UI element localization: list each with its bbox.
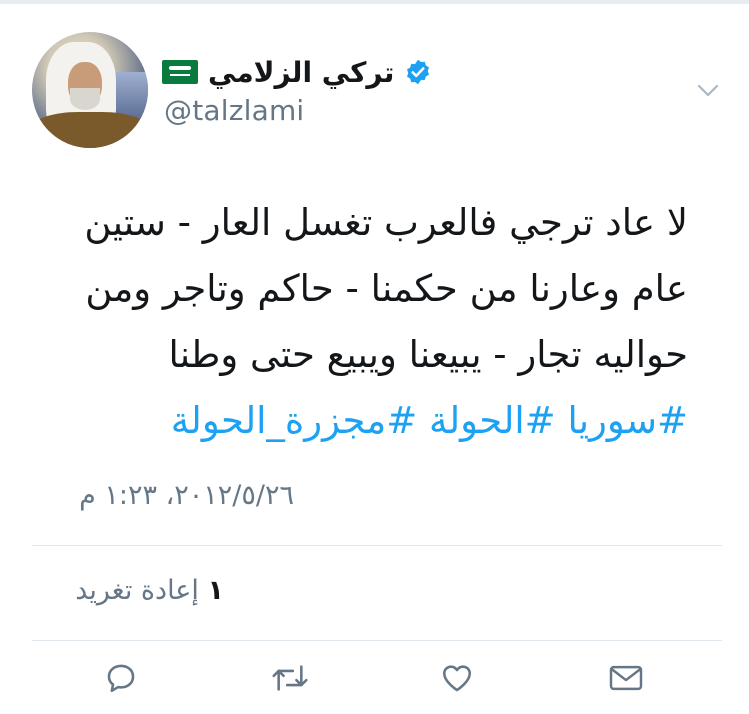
name-row[interactable]: تركي الزلامي (162, 52, 432, 92)
reply-button[interactable] (101, 658, 141, 698)
tweet-line: عام وعارنا من حكمنا - حاكم وتاجر ومن (85, 267, 688, 310)
tweet-header: تركي الزلامي @talzlami (0, 22, 749, 152)
user-handle[interactable]: @talzlami (164, 94, 304, 127)
reply-icon (107, 664, 135, 693)
avatar[interactable] (32, 32, 148, 148)
avatar-beard (70, 88, 100, 110)
retweet-button[interactable] (270, 658, 310, 698)
tweet-text: لا عاد ترجي فالعرب تغسل العار - ستين عام… (32, 190, 688, 454)
divider (32, 545, 722, 546)
direct-message-button[interactable] (606, 658, 646, 698)
top-border (0, 0, 749, 4)
retweet-stats[interactable]: ١ إعادة تغريد (34, 575, 224, 606)
chevron-down-icon[interactable] (694, 80, 722, 100)
retweet-label: إعادة تغريد (75, 575, 199, 606)
avatar-cloak (32, 112, 148, 148)
verified-badge-icon (407, 59, 430, 85)
tweet-timestamp[interactable]: ٢٠١٢/٥/٢٦، ١:٢٣ م (34, 480, 294, 511)
display-name[interactable]: تركي الزلامي (208, 56, 394, 89)
envelope-icon (609, 665, 643, 691)
saudi-flag-icon (162, 60, 198, 84)
divider (32, 640, 722, 641)
tweet-line: حواليه تجار - يبيعنا ويبيع حتى وطنا (168, 333, 688, 376)
tweet-line: لا عاد ترجي فالعرب تغسل العار - ستين (84, 201, 688, 244)
like-button[interactable] (437, 658, 477, 698)
hashtags[interactable]: #سوريا #الحولة #مجزرة_الحولة (32, 388, 688, 454)
retweet-icon (272, 665, 308, 691)
heart-icon (442, 665, 472, 692)
retweet-count: ١ (207, 575, 224, 606)
